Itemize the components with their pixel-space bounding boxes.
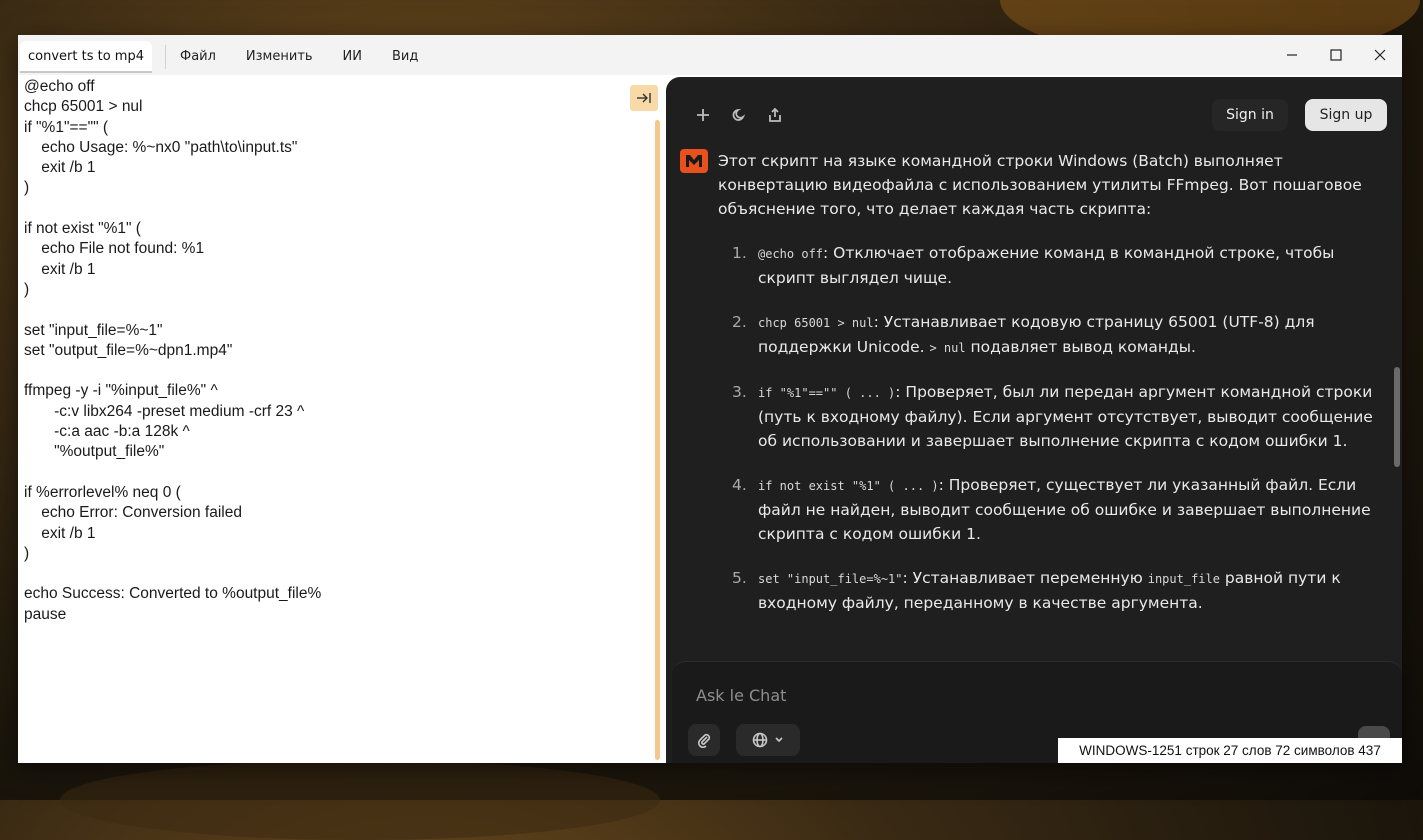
menu-bar: Файл Изменить ИИ Вид: [166, 49, 434, 64]
chevron-down-icon: [775, 737, 783, 743]
share-button[interactable]: [765, 105, 785, 125]
inline-code: if not exist "%1" ( ... ): [758, 479, 939, 493]
close-icon: [1374, 49, 1386, 61]
chat-toolbar: Sign in Sign up: [666, 77, 1402, 147]
item-text: : Отключает отображение команд в командн…: [758, 244, 1335, 287]
menu-file[interactable]: Файл: [180, 49, 216, 64]
inline-code: set "input_file=%~1": [758, 572, 903, 586]
list-item: 2. chcp 65001 > nul: Устанавливает кодов…: [718, 310, 1378, 360]
item-text: : Устанавливает переменную: [902, 569, 1148, 587]
close-button[interactable]: [1365, 41, 1395, 69]
moon-icon: [732, 108, 746, 121]
list-item: 1. @echo off: Отключает отображение кома…: [718, 241, 1378, 290]
chat-panel: Sign in Sign up Этот скрипт на языке ком…: [666, 77, 1402, 763]
text-editor[interactable]: @echo off chcp 65001 > nul if "%1"=="" (…: [24, 77, 644, 747]
inline-code: input_file: [1147, 572, 1220, 586]
chat-input[interactable]: Ask le Chat: [696, 686, 786, 705]
theme-toggle-button[interactable]: [729, 105, 749, 125]
chat-scrollbar-thumb[interactable]: [1394, 367, 1400, 467]
item-number: 2.: [732, 313, 747, 331]
menu-view[interactable]: Вид: [392, 49, 418, 64]
app-window: convert ts to mp4 Файл Изменить ИИ Вид @…: [18, 35, 1402, 763]
assistant-message: Этот скрипт на языке командной строки Wi…: [680, 149, 1380, 639]
web-search-selector[interactable]: [736, 724, 800, 756]
collapse-panel-button[interactable]: [630, 85, 658, 111]
list-item: 4. if not exist "%1" ( ... ): Проверяет,…: [718, 473, 1378, 546]
inline-code: chcp 65001 > nul: [758, 316, 874, 330]
item-number: 3.: [732, 383, 747, 401]
menu-ai[interactable]: ИИ: [343, 49, 362, 64]
maximize-icon: [1330, 49, 1342, 61]
minimize-icon: [1287, 54, 1297, 56]
editor-scrollbar[interactable]: [655, 120, 660, 760]
maximize-button[interactable]: [1321, 41, 1351, 69]
sign-in-button[interactable]: Sign in: [1212, 99, 1288, 131]
arrow-to-right-icon: [637, 93, 651, 103]
wallpaper-shape: [60, 760, 660, 840]
item-number: 5.: [732, 569, 747, 587]
new-chat-button[interactable]: [693, 105, 713, 125]
title-bar: convert ts to mp4 Файл Изменить ИИ Вид: [18, 35, 1402, 75]
plus-icon: [697, 109, 709, 121]
attach-button[interactable]: [688, 724, 720, 756]
mistral-logo-icon: [680, 149, 708, 173]
sign-up-button[interactable]: Sign up: [1305, 99, 1387, 131]
inline-code: > nul: [929, 341, 966, 355]
item-number: 4.: [732, 476, 747, 494]
item-number: 1.: [732, 244, 747, 262]
inline-code: if "%1"=="" ( ... ): [758, 386, 896, 400]
inline-code: @echo off: [758, 247, 824, 261]
list-item: 5. set "input_file=%~1": Устанавливает п…: [718, 566, 1378, 615]
share-icon: [769, 107, 781, 122]
globe-icon: [752, 732, 768, 748]
item-text: подавляет вывод команды.: [965, 338, 1196, 356]
message-intro: Этот скрипт на языке командной строки Wi…: [718, 152, 1362, 218]
list-item: 3. if "%1"=="" ( ... ): Проверяет, был л…: [718, 380, 1378, 453]
paperclip-icon: [697, 733, 711, 748]
explanation-list: 1. @echo off: Отключает отображение кома…: [718, 241, 1378, 635]
m-logo-icon: [686, 155, 702, 167]
menu-edit[interactable]: Изменить: [246, 49, 313, 64]
chat-scrollbar[interactable]: [1394, 147, 1400, 657]
document-tab[interactable]: convert ts to mp4: [20, 41, 152, 73]
status-bar: WINDOWS-1251 строк 27 слов 72 символов 4…: [1058, 738, 1402, 763]
minimize-button[interactable]: [1277, 41, 1307, 69]
